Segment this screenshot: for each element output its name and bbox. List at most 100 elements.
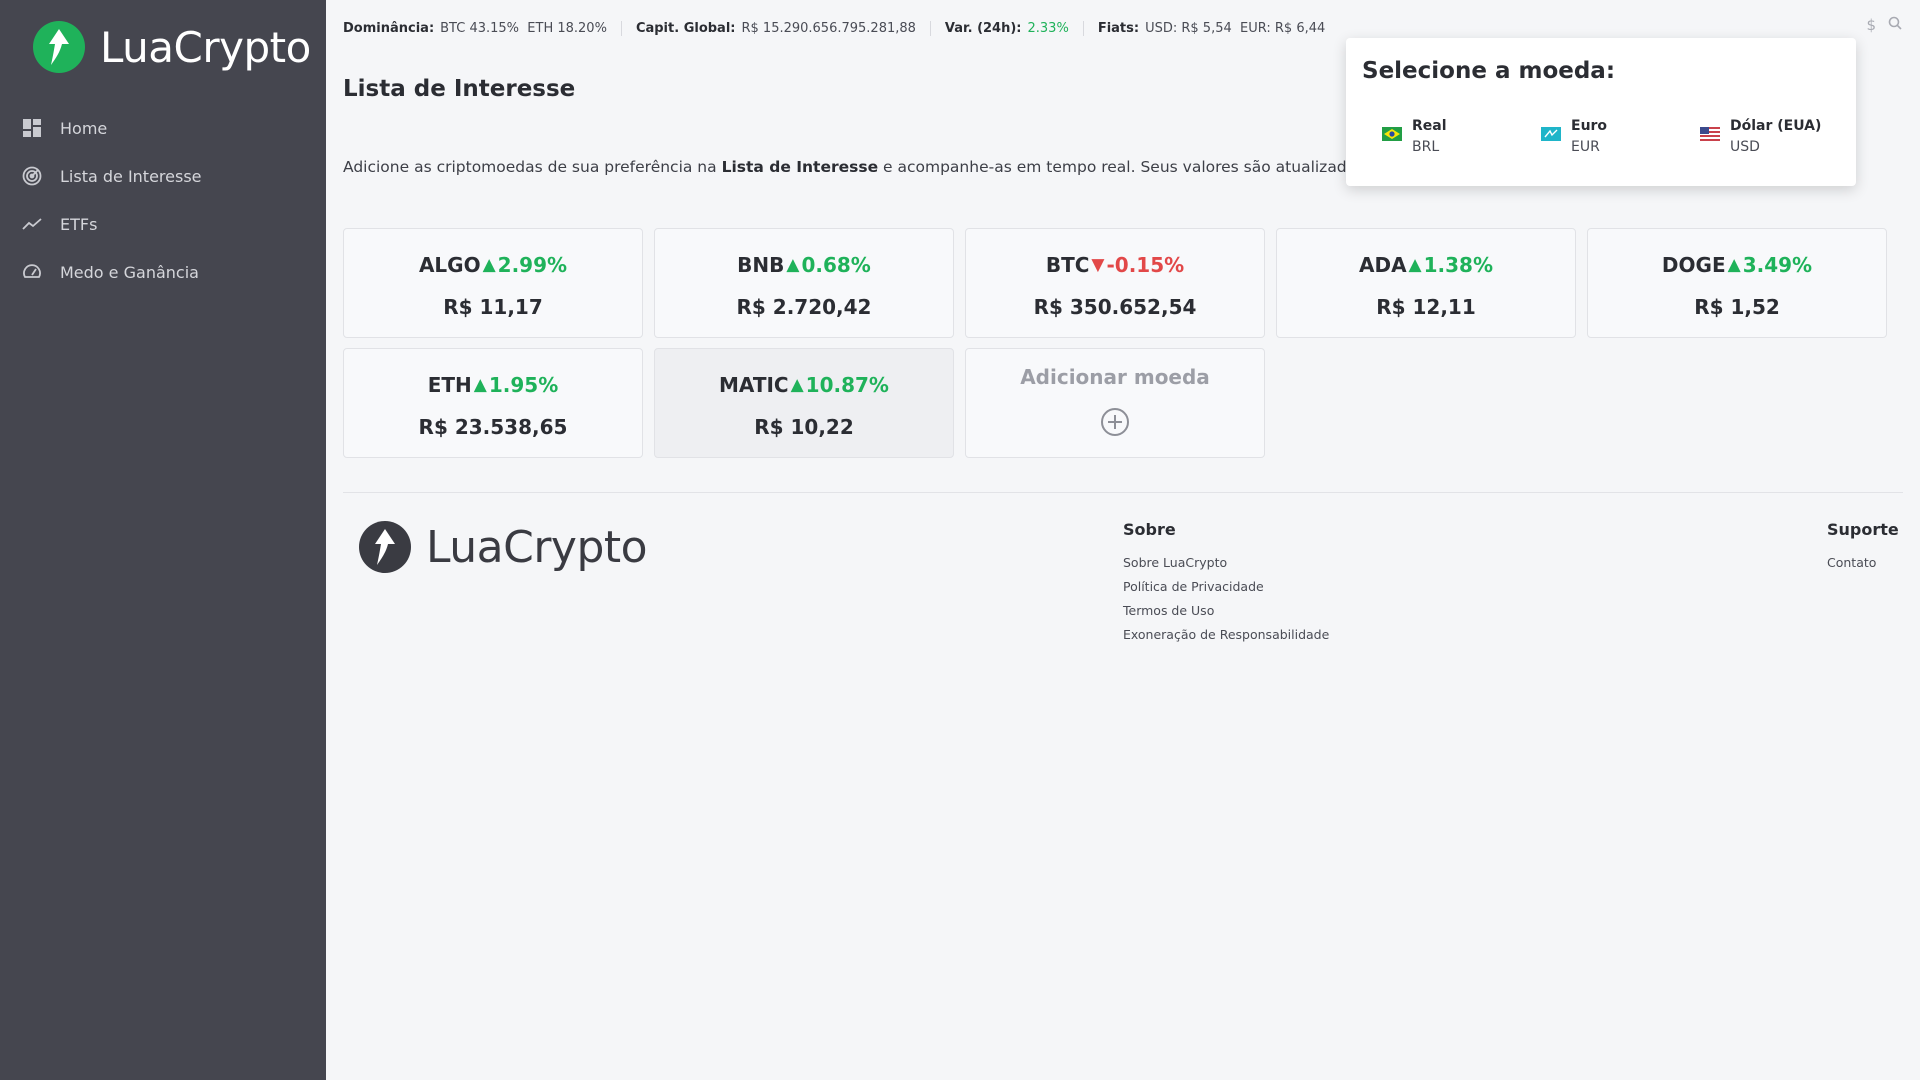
coin-card[interactable]: ADA ▲ 1.38% R$ 12,11 [1276,228,1576,338]
coin-change: -0.15% [1106,253,1185,277]
sidebar-item-label: Home [60,118,108,138]
intro-after: e acompanhe-as em tempo real. Seus valor… [878,158,1421,176]
coin-card[interactable]: BNB ▲ 0.68% R$ 2.720,42 [654,228,954,338]
coin-symbol: ADA [1358,253,1407,277]
coin-symbol: BTC [1045,253,1090,277]
luacrypto-logo-icon [33,21,85,73]
coin-change: 1.95% [488,373,559,397]
radar-icon [22,166,42,186]
arrow-up-icon: ▲ [786,255,800,275]
sidebar-item-label: ETFs [60,214,98,234]
variation-stat: Var. (24h): 2.33% [944,20,1084,36]
coin-symbol: DOGE [1661,253,1726,277]
add-coin-card[interactable]: Adicionar moeda [965,348,1265,458]
coin-change: 3.49% [1742,253,1813,277]
coin-symbol: ETH [427,373,472,397]
sidebar-nav: Home Lista de Interesse ETFs Medo e Ganâ… [0,104,326,296]
currency-option-eur[interactable]: Euro EUR [1541,118,1607,155]
footer-brand-name: LuaCrypto [426,521,648,573]
coin-header: DOGE ▲ 3.49% [1588,253,1886,277]
top-icons: $ [1866,16,1902,34]
footer-logo[interactable]: LuaCrypto [358,520,648,574]
global-cap-stat: Capit. Global: R$ 15.290.656.795.281,88 [635,20,931,36]
footer-support-title: Suporte [1827,520,1899,539]
coin-card[interactable]: ETH ▲ 1.95% R$ 23.538,65 [343,348,643,458]
sidebar-item-etfs[interactable]: ETFs [0,200,326,248]
intro-bold: Lista de Interesse [721,158,879,176]
currency-name: Dólar (EUA) [1730,118,1822,134]
currency-name: Euro [1571,118,1608,134]
fiats-stat: Fiats: USD: R$ 5,54 EUR: R$ 6,44 [1098,21,1339,36]
currency-option-brl[interactable]: Real BRL [1382,118,1447,155]
coin-header: BNB ▲ 0.68% [655,253,953,277]
arrow-up-icon: ▲ [1408,255,1422,275]
page-title: Lista de Interesse [343,76,576,102]
coin-price: R$ 23.538,65 [418,415,568,439]
currency-name: Real [1412,118,1447,134]
arrow-up-icon: ▲ [473,375,487,395]
add-coin-label: Adicionar moeda [1020,365,1210,389]
footer-link[interactable]: Exoneração de Responsabilidade [1123,627,1329,642]
dominance-label: Dominância: [343,20,435,36]
sidebar: LuaCrypto Home Lista de Interesse ETFs M… [0,0,326,1080]
coin-card[interactable]: MATIC ▲ 10.87% R$ 10,22 [654,348,954,458]
coin-price: R$ 1,52 [1694,295,1780,319]
fiats-usd: USD: R$ 5,54 [1145,20,1232,36]
footer-about: Sobre Sobre LuaCrypto Política de Privac… [1123,520,1329,651]
coin-change: 2.99% [497,253,568,277]
footer-link[interactable]: Termos de Uso [1123,603,1329,618]
coin-symbol: MATIC [719,373,789,397]
intro-before: Adicione as criptomoedas de sua preferên… [343,158,722,176]
coin-header: ALGO ▲ 2.99% [344,253,642,277]
brand-logo[interactable]: LuaCrypto [32,20,311,74]
footer-support: Suporte Contato [1827,520,1899,579]
sidebar-item-label: Lista de Interesse [60,166,202,186]
popup-title: Selecione a moeda: [1362,58,1616,84]
dominance-stat: Dominância: BTC 43.15% ETH 18.20% [343,20,622,36]
search-icon[interactable] [1888,16,1902,34]
plus-circle-icon[interactable] [1100,407,1130,437]
coin-price: R$ 10,22 [754,415,854,439]
arrow-up-icon: ▲ [790,375,804,395]
dominance-eth: ETH 18.20% [527,20,607,36]
coin-change: 0.68% [801,253,871,277]
coin-card[interactable]: BTC ▼ -0.15% R$ 350.652,54 [965,228,1265,338]
sidebar-item-fear-greed[interactable]: Medo e Ganância [0,248,326,296]
trend-line-icon [22,214,42,234]
market-stats-bar: Dominância: BTC 43.15% ETH 18.20% Capit.… [343,16,1353,40]
footer-divider [343,492,1903,493]
coin-symbol: ALGO [418,253,481,277]
global-cap-value: R$ 15.290.656.795.281,88 [741,20,916,36]
sidebar-item-watchlist[interactable]: Lista de Interesse [0,152,326,200]
coin-symbol: BNB [737,253,785,277]
coin-header: ETH ▲ 1.95% [344,373,642,397]
eu-flag-icon [1541,127,1561,141]
currency-code: USD [1730,139,1760,155]
arrow-up-icon: ▲ [482,255,496,275]
footer-link[interactable]: Sobre LuaCrypto [1123,555,1329,570]
coin-card[interactable]: DOGE ▲ 3.49% R$ 1,52 [1587,228,1887,338]
brazil-flag-icon [1382,127,1402,141]
footer-link[interactable]: Contato [1827,555,1899,570]
dashboard-icon [22,118,42,138]
variation-value: 2.33% [1027,20,1069,36]
luacrypto-logo-icon [359,521,411,573]
coin-card[interactable]: ALGO ▲ 2.99% R$ 11,17 [343,228,643,338]
gauge-icon [22,262,42,282]
footer-link[interactable]: Política de Privacidade [1123,579,1329,594]
coin-price: R$ 11,17 [443,295,543,319]
arrow-down-icon: ▼ [1091,255,1105,275]
variation-label: Var. (24h): [944,20,1022,36]
fiats-label: Fiats: [1097,20,1140,36]
coin-price: R$ 2.720,42 [736,295,872,319]
sidebar-item-label: Medo e Ganância [60,262,199,282]
currency-option-usd[interactable]: Dólar (EUA) USD [1700,118,1821,155]
currency-selector-popup: Selecione a moeda: Real BRL Euro EUR Dól… [1346,38,1856,186]
coin-header: MATIC ▲ 10.87% [655,373,953,397]
global-cap-label: Capit. Global: [635,20,736,36]
currency-code: EUR [1571,139,1600,155]
sidebar-item-home[interactable]: Home [0,104,326,152]
dollar-icon[interactable]: $ [1866,16,1876,34]
dominance-btc: BTC 43.15% [440,20,520,36]
arrow-up-icon: ▲ [1727,255,1741,275]
